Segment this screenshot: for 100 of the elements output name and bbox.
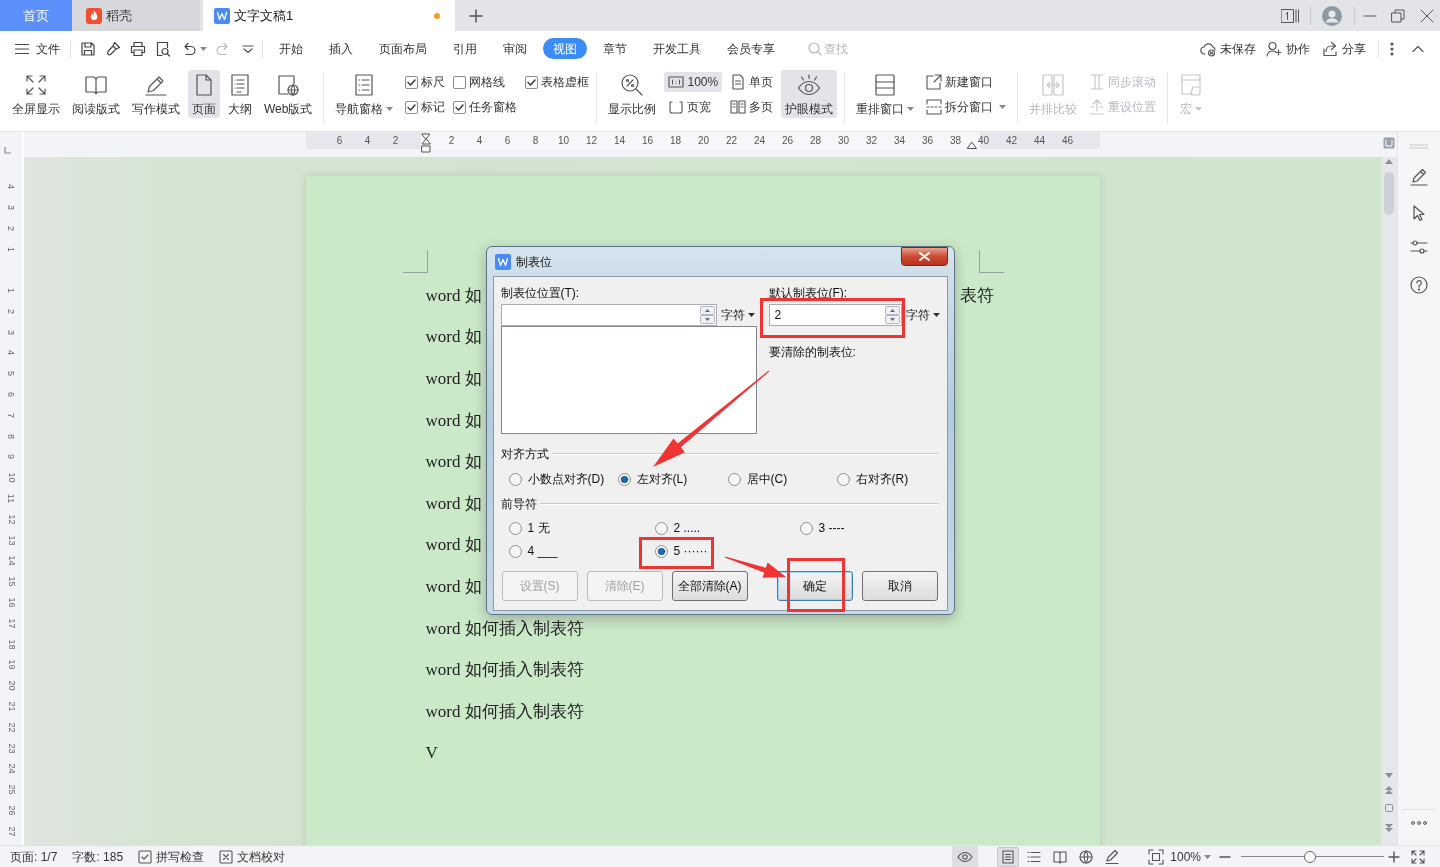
radio-button[interactable] [508,521,522,535]
fit-page-icon[interactable] [1148,848,1165,865]
close-button[interactable] [900,247,948,266]
help-icon[interactable] [1410,276,1428,294]
radio-button[interactable] [799,521,813,535]
print-preview-icon[interactable] [155,40,171,57]
rearrange-windows-button[interactable]: 重排窗口 [852,70,919,118]
radio-button[interactable] [727,472,741,486]
share-button[interactable]: 分享 [1322,39,1366,58]
view-mode-button[interactable] [997,846,1020,867]
clear-all-button[interactable]: 全部清除(A) [671,571,748,601]
unit-dropdown[interactable]: 字符 [720,306,755,324]
ruler-number: 26 [781,135,794,146]
default-tab-stop-field[interactable]: 2 [768,304,902,326]
browse-object-icon[interactable] [1385,804,1393,812]
radio-button[interactable] [508,544,522,558]
zoom-in-icon[interactable] [1388,850,1400,863]
spinner-control[interactable] [884,306,900,324]
word-count[interactable]: 字数: 185 [72,849,124,864]
spinner-control[interactable] [699,306,715,324]
radio-button[interactable] [654,521,668,535]
radio-button[interactable] [654,544,668,558]
undo-icon[interactable] [181,40,197,57]
fullscreen-icon[interactable] [1411,849,1425,864]
unsaved-button[interactable]: 未保存 [1200,39,1256,58]
checkbox[interactable] [405,75,419,89]
tab[interactable]: 稻壳 [72,0,200,31]
page-width-button[interactable]: 页宽 [664,97,723,117]
split-window-icon [926,99,943,115]
ruler-number: 8 [532,135,539,146]
scroll-up-icon[interactable] [1385,159,1393,164]
multi-page-button[interactable]: 多页 [726,97,778,117]
ribbon-tab[interactable]: 插入 [319,38,363,59]
more-horizontal-icon[interactable] [1411,821,1427,825]
scroll-thumb[interactable] [1384,172,1394,215]
sliders-icon[interactable] [1410,240,1428,254]
navigation-pane-button[interactable]: 导航窗格 [331,70,398,118]
ribbon-tab[interactable]: 会员专享 [717,38,785,59]
checkbox[interactable] [405,100,419,114]
scroll-down-icon[interactable] [1385,773,1393,778]
save-icon[interactable] [80,40,96,57]
restore-icon[interactable] [1391,8,1405,23]
pencil-icon[interactable] [1410,168,1428,186]
ruler-number: 2 [6,308,16,314]
checkbox[interactable] [453,75,467,89]
page-view-button[interactable]: 页面 [188,70,220,118]
brush-icon[interactable] [105,40,121,57]
zoom-level-dropdown[interactable]: 100% [1170,847,1211,866]
unit-dropdown[interactable]: 字符 [905,306,940,324]
close-icon [918,252,930,261]
add-tab-icon[interactable] [469,8,483,23]
radio-button[interactable] [836,472,850,486]
eye-care-mode-button[interactable]: 护眼模式 [781,70,838,118]
radio-button[interactable] [508,472,522,486]
drag-handle-icon[interactable] [1409,144,1429,149]
collaborate-button[interactable]: 协作 [1266,39,1310,58]
ribbon-tab[interactable]: 章节 [593,38,637,59]
outline-view-button[interactable]: 大纲 [224,70,256,118]
indent-marker-icon[interactable] [420,133,431,153]
file-menu-button[interactable]: 文件 [14,39,60,58]
tab[interactable]: 文字文稿1 [203,0,455,31]
pointer-icon[interactable] [1411,205,1427,221]
spell-check-button[interactable]: 拼写检查 [138,847,205,866]
split-window-button[interactable]: 拆分窗口 [922,97,1011,117]
new-window-button[interactable]: 新建窗口 [922,72,1011,92]
eye-care-button[interactable] [952,845,979,867]
actual-size-button[interactable]: 100% [664,72,723,92]
window-count-icon[interactable] [1281,8,1299,23]
writing-mode-button[interactable]: 写作模式 [128,70,184,118]
radio-button[interactable] [617,472,631,486]
split-handle-icon[interactable] [1383,137,1395,149]
previous-page-icon[interactable] [1385,786,1393,794]
collapse-ribbon-icon[interactable] [1412,45,1424,52]
cancel-button[interactable]: 取消 [861,571,938,601]
right-indent-marker-icon[interactable] [966,142,977,149]
search-field[interactable]: 查找 [824,39,868,58]
web-layout-button[interactable]: Web版式 [260,70,317,118]
fullscreen-button[interactable]: 全屏显示 [8,70,64,118]
reading-layout-button[interactable]: 阅读版式 [68,70,124,118]
single-page-button[interactable]: 单页 [726,72,778,92]
close-icon[interactable] [1420,8,1434,23]
page-indicator[interactable]: 页面: 1/7 [10,849,58,864]
more-vertical-icon[interactable] [1390,41,1394,56]
proofread-button[interactable]: 文档校对 [219,847,286,866]
ribbon-tab[interactable]: 审阅 [493,38,537,59]
tab-position-field[interactable] [500,304,717,326]
ribbon-tab[interactable]: 引用 [443,38,487,59]
slider-thumb[interactable] [1303,850,1316,863]
ribbon-tab[interactable]: 开发工具 [643,38,711,59]
next-page-icon[interactable] [1385,824,1393,832]
ribbon-tab[interactable]: 开始 [269,38,313,59]
ribbon-tab[interactable]: 页面布局 [369,38,437,59]
zoom-button[interactable]: 显示比例 [604,70,661,118]
customize-toolbar-icon[interactable] [242,44,254,53]
zoom-slider[interactable] [1241,850,1384,863]
printer-icon[interactable] [130,40,146,57]
checkbox[interactable] [453,100,467,114]
ok-button[interactable]: 确定 [776,571,853,601]
checkbox[interactable] [525,75,539,89]
tab-stop-list[interactable] [500,326,757,434]
